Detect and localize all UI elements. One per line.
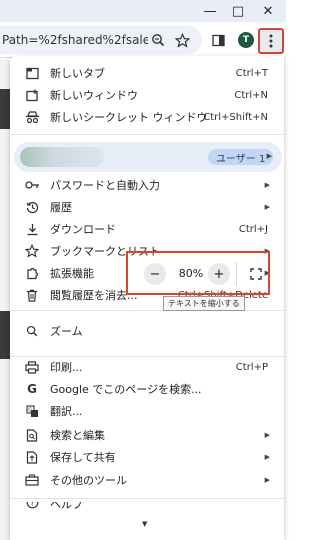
menu-item-find-edit[interactable]: 検索と編集 ▶: [10, 424, 284, 446]
menu-item-shortcut: Ctrl+Shift+N: [203, 111, 268, 123]
help-icon: ?: [24, 502, 40, 510]
new-tab-icon: [24, 65, 40, 81]
menu-item-label: 印刷...: [50, 361, 83, 374]
zoom-out-tooltip: テキストを縮小する: [163, 296, 245, 311]
zoom-controls-highlight: − 80% +: [126, 251, 270, 295]
menu-divider: [10, 134, 284, 135]
menu-item-label: 新しいウィンドウ: [50, 89, 138, 102]
download-icon: [24, 221, 40, 237]
chevron-right-icon: ▶: [264, 453, 270, 461]
zoom-in-button[interactable]: +: [208, 263, 230, 285]
menu-item-label: ヘルプ: [50, 502, 83, 511]
kebab-menu-icon: [269, 34, 273, 48]
trash-icon: [24, 287, 40, 303]
fullscreen-icon: [250, 268, 262, 280]
menu-item-new-tab[interactable]: 新しいタブ Ctrl+T: [10, 62, 284, 84]
google-g-icon: G: [27, 382, 37, 396]
page-dark-band: [0, 311, 10, 359]
chevron-right-icon: ▶: [264, 181, 270, 189]
printer-icon: [24, 359, 40, 375]
star-icon[interactable]: [172, 30, 192, 50]
fullscreen-button[interactable]: [245, 263, 267, 285]
menu-item-label: ズーム: [50, 325, 83, 338]
chevron-right-icon: ▶: [264, 431, 270, 439]
menu-item-new-incognito[interactable]: 新しいシークレット ウィンドウ Ctrl+Shift+N: [10, 106, 284, 128]
page-dark-band: [0, 89, 10, 129]
menu-item-shortcut: Ctrl+T: [235, 67, 268, 79]
menu-divider: [10, 498, 284, 499]
minimize-button[interactable]: —: [196, 0, 224, 22]
history-icon: [24, 199, 40, 215]
menu-item-label: パスワードと自動入力: [50, 179, 160, 192]
menu-item-history[interactable]: 履歴 ▶: [10, 196, 284, 218]
menu-item-label: 新しいタブ: [50, 67, 105, 80]
chevron-right-icon: ▶: [264, 203, 270, 211]
menu-item-shortcut: Ctrl+P: [235, 361, 268, 373]
menu-item-more-tools[interactable]: その他のツール ▶: [10, 469, 284, 491]
menu-item-print[interactable]: 印刷... Ctrl+P: [10, 356, 284, 378]
zoom-divider: [236, 262, 237, 286]
key-icon: [24, 177, 40, 193]
document-search-icon: [24, 427, 40, 443]
puzzle-icon: [24, 265, 40, 281]
zoom-level: 80%: [178, 267, 204, 280]
svg-text:G: G: [28, 407, 32, 413]
menu-item-label: Google でこのページを検索...: [50, 383, 202, 396]
menu-item-label: 検索と編集: [50, 429, 105, 442]
toolbox-icon: [24, 472, 40, 488]
close-window-button[interactable]: ✕: [254, 0, 282, 22]
address-bar-url[interactable]: Path=%2fshared%2fsales1%2f...: [0, 33, 148, 47]
browser-toolbar: Path=%2fshared%2fsales1%2f... T: [0, 22, 286, 58]
chrome-menu-button[interactable]: [258, 28, 284, 54]
menu-item-new-window[interactable]: 新しいウィンドウ Ctrl+N: [10, 84, 284, 106]
menu-item-label: 新しいシークレット ウィンドウ: [50, 111, 208, 124]
profile-avatar[interactable]: T: [236, 30, 256, 50]
scroll-down-arrow-icon[interactable]: ▼: [142, 520, 147, 528]
translate-icon: G: [24, 403, 40, 419]
menu-item-passwords[interactable]: パスワードと自動入力 ▶: [10, 174, 284, 196]
document-share-icon: [24, 449, 40, 465]
menu-item-label: 閲覧履歴を消去...: [50, 289, 138, 302]
svg-text:?: ?: [30, 502, 34, 507]
menu-item-help[interactable]: ? ヘルプ: [10, 502, 284, 518]
zoom-icon[interactable]: [148, 30, 168, 50]
menu-item-save-share[interactable]: 保存して共有 ▶: [10, 446, 284, 468]
menu-item-label: 履歴: [50, 201, 72, 214]
star-icon: [24, 243, 40, 259]
chevron-right-icon: ▶: [266, 152, 272, 160]
menu-item-profile[interactable]: ユーザー 1 ▶: [14, 142, 282, 172]
menu-item-google-search[interactable]: G Google でこのページを検索...: [10, 378, 284, 400]
profile-name-redacted: [20, 147, 104, 167]
new-window-icon: [24, 87, 40, 103]
menu-item-zoom: ズーム: [10, 320, 284, 342]
window-titlebar: — □ ✕: [0, 0, 286, 22]
address-bar[interactable]: Path=%2fshared%2fsales1%2f...: [0, 26, 202, 54]
menu-item-label: 拡張機能: [50, 267, 94, 280]
menu-item-downloads[interactable]: ダウンロード Ctrl+J: [10, 218, 284, 240]
menu-item-label: ダウンロード: [50, 223, 116, 236]
profile-chip: ユーザー 1: [208, 149, 274, 165]
maximize-button[interactable]: □: [224, 0, 252, 22]
magnifier-icon: [24, 323, 40, 339]
side-panel-icon[interactable]: [208, 30, 228, 50]
zoom-out-button[interactable]: −: [144, 263, 166, 285]
menu-item-label: 保存して共有: [50, 451, 116, 464]
chevron-right-icon: ▶: [264, 476, 270, 484]
menu-item-label: その他のツール: [50, 474, 127, 487]
menu-item-shortcut: Ctrl+N: [234, 89, 268, 101]
menu-item-translate[interactable]: G 翻訳...: [10, 400, 284, 422]
menu-item-shortcut: Ctrl+J: [238, 223, 268, 235]
avatar: T: [238, 32, 254, 48]
incognito-icon: [24, 109, 40, 125]
page-background: [0, 59, 10, 540]
menu-item-label: 翻訳...: [50, 405, 83, 418]
